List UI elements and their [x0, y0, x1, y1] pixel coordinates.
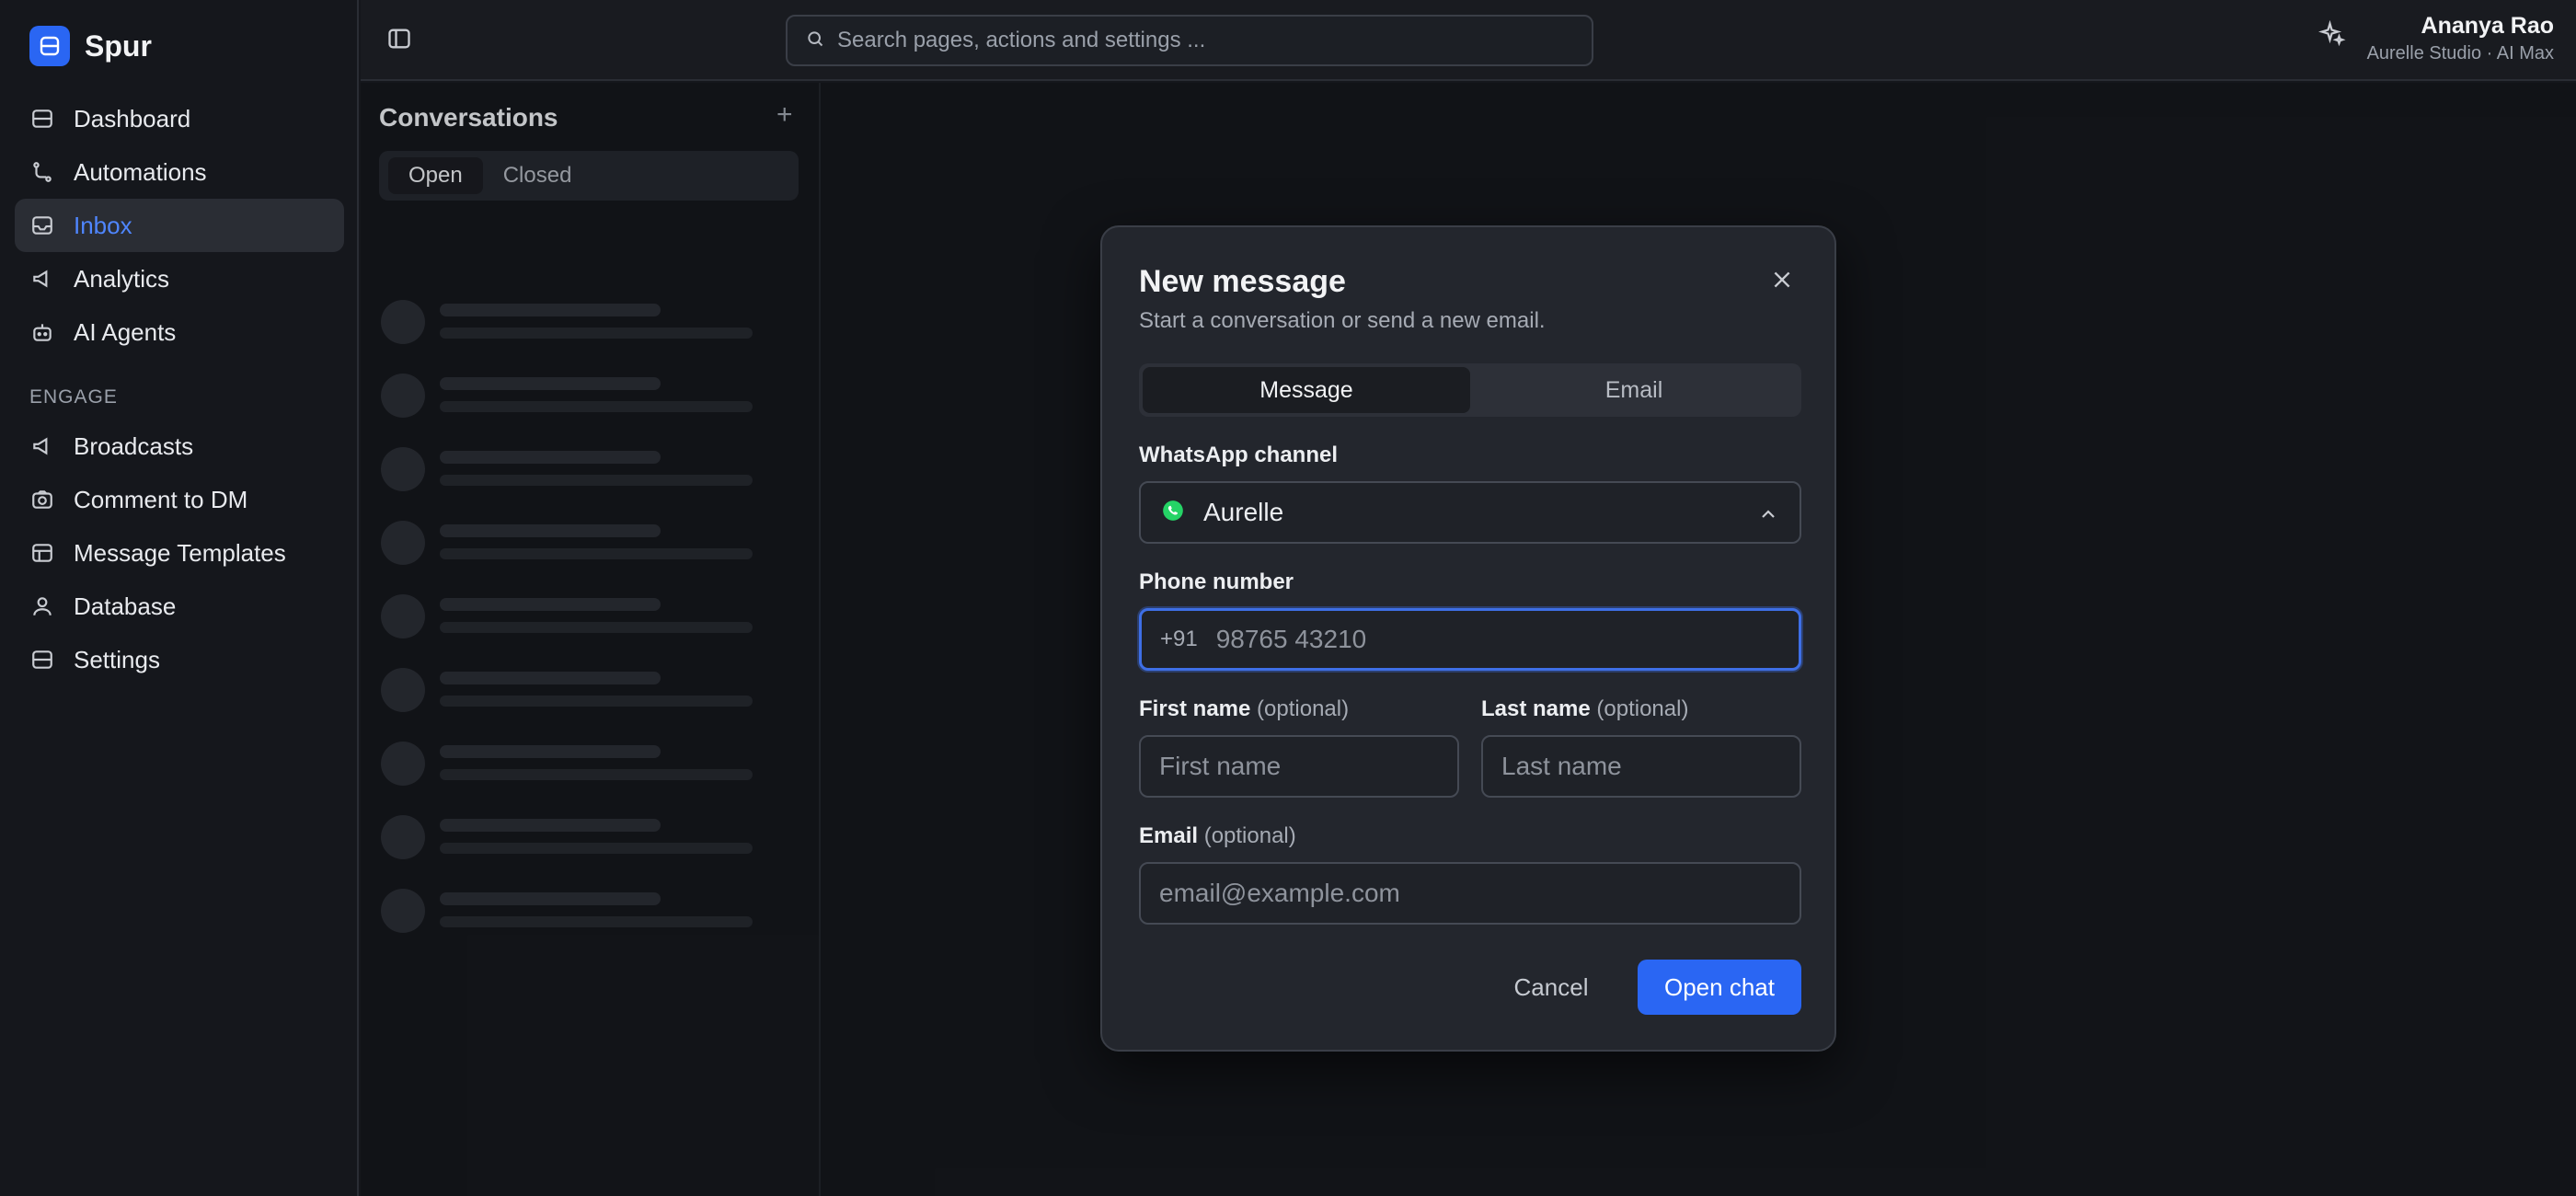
- search-icon: [806, 29, 824, 52]
- first-name-input[interactable]: [1159, 752, 1457, 781]
- user-menu[interactable]: Ananya Rao Aurelle Studio · AI Max: [2367, 13, 2554, 64]
- channel-label: WhatsApp channel: [1139, 443, 1339, 467]
- last-name-label: Last name (optional): [1481, 696, 1688, 722]
- sidebar-item-label: Message Templates: [74, 538, 286, 567]
- automations-icon: [29, 159, 55, 185]
- nav-section-engage: ENGAGE: [29, 386, 118, 408]
- sidebar-item-label: AI Agents: [74, 317, 177, 346]
- sidebar-item-label: Comment to DM: [74, 485, 248, 513]
- sidebar-item-comment-to-dm[interactable]: Comment to DM: [15, 473, 344, 526]
- last-name-field[interactable]: [1481, 735, 1801, 798]
- engage-nav: Broadcasts Comment to DM Message Templat…: [15, 420, 344, 686]
- new-message-dialog: New message Start a conversation or send…: [1100, 225, 1836, 1052]
- brand[interactable]: Spur: [29, 26, 152, 66]
- email-input[interactable]: [1159, 879, 1800, 908]
- bot-icon: [29, 319, 55, 345]
- search-bar[interactable]: [786, 15, 1593, 66]
- cancel-button[interactable]: Cancel: [1496, 960, 1606, 1015]
- channel-value: Aurelle: [1203, 498, 1284, 526]
- sidebar-item-message-templates[interactable]: Message Templates: [15, 526, 344, 580]
- dashboard-icon: [29, 106, 55, 132]
- template-icon: [29, 540, 55, 566]
- phone-input[interactable]: [1215, 625, 1768, 654]
- megaphone-icon: [29, 266, 55, 292]
- main-nav: Dashboard Automations Inbox Analytics AI…: [15, 92, 344, 359]
- app-root: Spur Dashboard Automations Inbox Analyti…: [0, 0, 2576, 1196]
- first-name-label-text: First name: [1139, 696, 1251, 721]
- close-icon[interactable]: [1770, 268, 1798, 295]
- sidebar-item-database[interactable]: Database: [15, 580, 344, 633]
- email-label: Email (optional): [1139, 823, 1296, 849]
- phone-label: Phone number: [1139, 569, 1294, 594]
- settings-icon: [29, 647, 55, 673]
- dialog-title: New message: [1139, 264, 1346, 299]
- first-name-label: First name (optional): [1139, 696, 1349, 722]
- sidebar-item-settings[interactable]: Settings: [15, 633, 344, 686]
- whatsapp-icon: [1161, 499, 1185, 527]
- sidebar-item-label: Database: [74, 592, 177, 620]
- sidebar-item-dashboard[interactable]: Dashboard: [15, 92, 344, 145]
- sidebar: Spur Dashboard Automations Inbox Analyti…: [0, 0, 359, 1196]
- tab-email[interactable]: Email: [1470, 367, 1798, 413]
- topbar: Ananya Rao Aurelle Studio · AI Max: [361, 0, 2576, 81]
- sidebar-item-label: Dashboard: [74, 104, 191, 132]
- spur-logo-icon: [29, 26, 70, 66]
- sidebar-item-inbox[interactable]: Inbox: [15, 199, 344, 252]
- whatsapp-channel-select[interactable]: Aurelle: [1139, 481, 1801, 544]
- sidebar-item-label: Analytics: [74, 264, 170, 293]
- brand-name: Spur: [85, 29, 152, 63]
- megaphone-icon: [29, 433, 55, 459]
- sidebar-toggle-icon[interactable]: [383, 22, 416, 55]
- optional-hint: (optional): [1257, 696, 1350, 721]
- dialog-subtitle: Start a conversation or send a new email…: [1139, 308, 1546, 333]
- sidebar-item-analytics[interactable]: Analytics: [15, 252, 344, 305]
- last-name-input[interactable]: [1501, 752, 1800, 781]
- search-input[interactable]: [837, 28, 1555, 53]
- open-chat-button[interactable]: Open chat: [1638, 960, 1801, 1015]
- camera-icon: [29, 487, 55, 512]
- tab-message[interactable]: Message: [1143, 367, 1470, 413]
- sidebar-item-broadcasts[interactable]: Broadcasts: [15, 420, 344, 473]
- sparkle-icon[interactable]: [2317, 19, 2350, 52]
- message-type-tabs: Message Email: [1139, 363, 1801, 417]
- sidebar-item-label: Automations: [74, 157, 207, 186]
- optional-hint: (optional): [1596, 696, 1689, 721]
- chevron-up-icon: [1757, 503, 1779, 525]
- last-name-label-text: Last name: [1481, 696, 1591, 721]
- optional-hint: (optional): [1203, 823, 1296, 848]
- email-field[interactable]: [1139, 862, 1801, 925]
- sidebar-item-label: Settings: [74, 645, 160, 673]
- sidebar-item-ai-agents[interactable]: AI Agents: [15, 305, 344, 359]
- inbox-icon: [29, 213, 55, 238]
- phone-field[interactable]: +91: [1139, 608, 1801, 671]
- user-name: Ananya Rao: [2421, 13, 2554, 39]
- sidebar-item-label: Inbox: [74, 211, 132, 239]
- country-code[interactable]: +91: [1160, 627, 1198, 652]
- email-label-text: Email: [1139, 823, 1199, 848]
- first-name-field[interactable]: [1139, 735, 1459, 798]
- user-icon: [29, 593, 55, 619]
- user-workspace: Aurelle Studio · AI Max: [2366, 43, 2554, 63]
- sidebar-item-automations[interactable]: Automations: [15, 145, 344, 199]
- sidebar-item-label: Broadcasts: [74, 431, 194, 460]
